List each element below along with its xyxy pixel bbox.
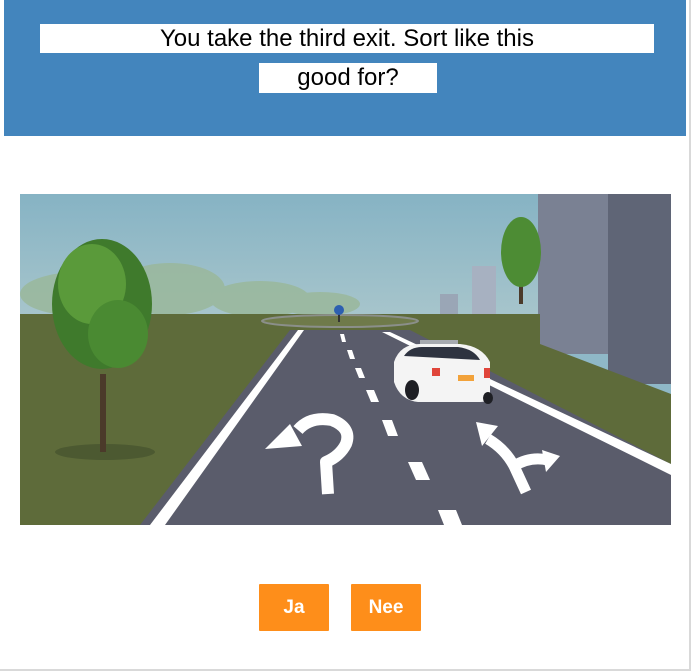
question-image xyxy=(20,194,671,525)
answer-buttons: Ja Nee xyxy=(0,584,691,631)
question-text-line-2: good for? xyxy=(259,63,437,93)
white-car xyxy=(394,340,493,404)
yes-button[interactable]: Ja xyxy=(259,584,329,631)
roundabout-road-scene xyxy=(20,194,671,525)
question-text-line-1: You take the third exit. Sort like this xyxy=(40,24,654,53)
no-button[interactable]: Nee xyxy=(351,584,421,631)
